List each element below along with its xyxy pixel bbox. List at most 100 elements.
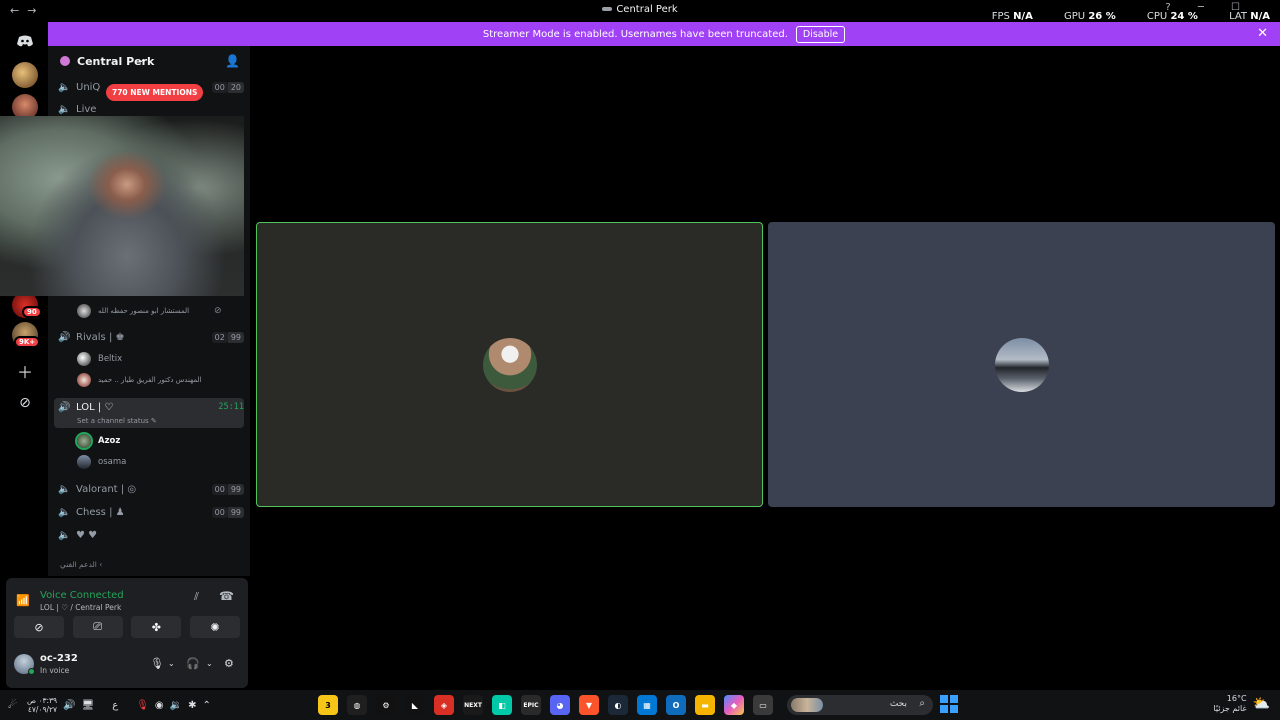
voice-action-buttons: ⊘ ⎚ ✤ ✺	[14, 616, 240, 638]
steam-icon[interactable]: ◐	[608, 695, 628, 715]
speaker-icon[interactable]: 🔊	[63, 700, 75, 711]
voice-user[interactable]: المهندس دكتور الفريق طيار .. حميد	[77, 371, 201, 389]
weather-temp: 16°C	[1226, 694, 1247, 703]
voice-channel-valorant[interactable]: 🔈 Valorant | ◎ 00 99	[54, 479, 244, 499]
username[interactable]: oc-232	[40, 653, 78, 664]
game-icon[interactable]: ◣	[405, 695, 425, 715]
gpu-stat: GPU 26 %	[1064, 11, 1116, 22]
set-channel-status[interactable]: Set a channel status ✎	[77, 417, 157, 425]
channel-name: Chess | ♟	[76, 506, 125, 518]
discord-icon[interactable]: ◕	[550, 695, 570, 715]
copilot-icon[interactable]: ◆	[724, 695, 744, 715]
microphone-icon[interactable]: 🎙	[150, 657, 164, 670]
voice-channel-rivals[interactable]: 🔊 Rivals | ♚ 02 99	[54, 327, 244, 347]
fps-stat: FPS N/A	[991, 11, 1033, 22]
epic-games-icon[interactable]: EPIC	[521, 695, 541, 715]
add-server-icon[interactable]: ＋	[12, 358, 38, 384]
disconnect-icon[interactable]: ☎	[219, 589, 234, 603]
voice-user[interactable]: المستشار ابو منصور حفظه الله ⊘	[77, 302, 222, 320]
chevron-down-icon[interactable]: ⌄	[206, 659, 213, 668]
notification-icon[interactable]: ☄	[8, 700, 17, 711]
server-logo-icon	[602, 7, 613, 11]
streamer-mode-banner: Streamer Mode is enabled. Usernames have…	[48, 22, 1280, 46]
soundboard-button[interactable]: ✺	[189, 616, 240, 638]
server-boost-icon	[60, 56, 70, 66]
channel-name: Live	[76, 103, 97, 115]
valorant-icon[interactable]: ◈	[434, 695, 454, 715]
voice-channel-link[interactable]: LOL | ♡ / Central Perk	[40, 603, 121, 612]
voice-user[interactable]: Beltix	[77, 350, 122, 368]
noise-suppression-icon[interactable]: ⫽	[194, 590, 199, 604]
voice-channel-hearts[interactable]: 🔈 ♥ ♥	[54, 525, 244, 545]
voice-user[interactable]: Azoz	[75, 432, 121, 450]
voice-channel-chess[interactable]: 🔈 Chess | ♟ 00 99	[54, 502, 244, 522]
voice-participant-tile-speaking[interactable]	[256, 222, 763, 507]
partly-cloudy-icon: ⛅	[1252, 696, 1270, 712]
brave-icon[interactable]: ▼	[579, 695, 599, 715]
steelseries-icon[interactable]: ⚙	[376, 695, 396, 715]
channel-name: Valorant | ◎	[76, 483, 137, 495]
discord-home-icon[interactable]	[12, 28, 38, 54]
store-icon[interactable]: ▦	[637, 695, 657, 715]
disable-streamer-mode-button[interactable]: Disable	[795, 25, 846, 43]
search-highlight-image	[791, 698, 823, 712]
taskbar-search[interactable]: بحث ⌕	[787, 695, 933, 715]
cpu-stat: CPU 24 %	[1146, 11, 1198, 22]
camera-off-button[interactable]: ⊘	[14, 616, 64, 638]
share-screen-button[interactable]: ⎚	[72, 616, 123, 638]
search-placeholder: بحث	[889, 699, 907, 709]
voice-connected-panel: 📶 Voice Connected LOL | ♡ / Central Perk…	[6, 578, 248, 688]
weather-widget[interactable]: 16°C غائم جزئيًا ⛅	[1213, 694, 1270, 714]
avatar	[482, 337, 537, 392]
file-explorer-icon[interactable]: ▬	[695, 695, 715, 715]
search-icon: ⌕	[919, 698, 925, 709]
taskbar-app-icon[interactable]: 3	[318, 695, 338, 715]
app-icon[interactable]: ◧	[492, 695, 512, 715]
network-icon[interactable]: 🖥	[82, 700, 95, 711]
webcam-overlay	[0, 116, 244, 296]
brightness-icon[interactable]: ✱	[188, 700, 196, 711]
channel-name: LOL | ♡	[76, 402, 114, 413]
speaker-icon: 🔈	[58, 81, 71, 93]
outlook-icon[interactable]: O	[666, 695, 686, 715]
server-header[interactable]: Central Perk ⌄ 👤	[48, 52, 250, 72]
avatar	[994, 337, 1049, 392]
close-banner-icon[interactable]: ✕	[1257, 26, 1268, 41]
unread-badge: 9K+	[14, 336, 41, 348]
server-avatar[interactable]: 9K+	[12, 322, 41, 348]
avatar	[77, 304, 91, 318]
app-tray-icon[interactable]: ◉	[155, 700, 164, 711]
avatar	[77, 373, 91, 387]
user-count: 00 99	[211, 506, 244, 518]
taskbar: ☄ ٠٣:٣٩ ص ٤٧/٠٩/٢٧ 🔊 🖥 ع 🎙 ◉ 🔉 ✱ ⌃ 3 ◍ ⚙ …	[0, 690, 1280, 720]
signal-icon[interactable]: 📶	[16, 594, 30, 607]
activities-button[interactable]: ✤	[131, 616, 182, 638]
next-icon[interactable]: NEXT	[463, 695, 483, 715]
voice-connected-label: Voice Connected	[40, 590, 124, 601]
task-view-icon[interactable]: ▭	[753, 695, 773, 715]
chevron-down-icon[interactable]: ⌄	[168, 659, 175, 668]
windows-start-icon[interactable]	[940, 695, 958, 713]
user-panel: oc-232 In voice 🎙 ⌄ 🎧 ⌄ ⚙	[12, 650, 242, 680]
headphones-icon[interactable]: 🎧	[186, 657, 200, 670]
voice-user-name: المهندس دكتور الفريق طيار .. حميد	[98, 376, 202, 384]
clock[interactable]: ٠٣:٣٩ ص ٤٧/٠٩/٢٧	[27, 696, 57, 714]
invite-people-icon[interactable]: 👤	[225, 54, 240, 68]
category-support[interactable]: الدعم الفني ‹	[60, 560, 102, 569]
voice-user-name: osama	[98, 457, 127, 467]
explore-icon[interactable]: ⊘	[12, 390, 38, 416]
channel-name: ♥ ♥	[76, 529, 98, 541]
chevron-up-icon[interactable]: ⌃	[202, 700, 210, 711]
window-title-text: Central Perk	[616, 4, 678, 15]
voice-user-name: Azoz	[98, 436, 121, 446]
settings-gear-icon[interactable]: ⚙	[224, 657, 234, 670]
voice-participant-tile[interactable]	[768, 222, 1275, 507]
microphone-icon[interactable]: 🎙	[136, 700, 149, 711]
language-indicator[interactable]: ع	[112, 700, 118, 711]
system-tray: ☄ ٠٣:٣٩ ص ٤٧/٠٩/٢٧ 🔊 🖥 ع 🎙 ◉ 🔉 ✱ ⌃	[8, 696, 211, 714]
volume-icon[interactable]: 🔉	[170, 700, 182, 711]
server-avatar[interactable]	[12, 62, 38, 88]
voice-user[interactable]: osama	[77, 453, 126, 471]
obs-icon[interactable]: ◍	[347, 695, 367, 715]
user-count: 00 20	[211, 81, 244, 93]
